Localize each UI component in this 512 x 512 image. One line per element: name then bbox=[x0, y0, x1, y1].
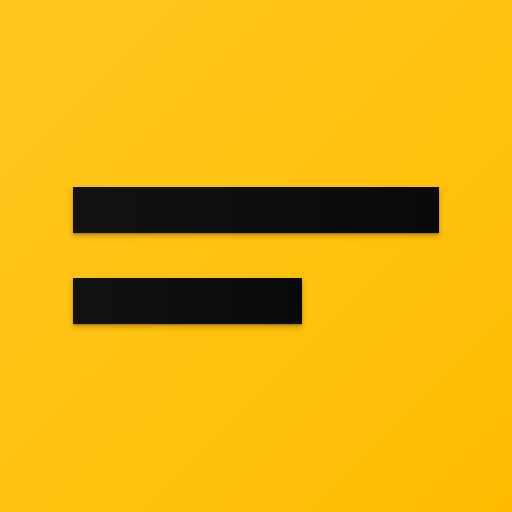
short-line bbox=[73, 278, 302, 324]
long-line bbox=[73, 187, 439, 233]
app-icon bbox=[0, 0, 512, 512]
